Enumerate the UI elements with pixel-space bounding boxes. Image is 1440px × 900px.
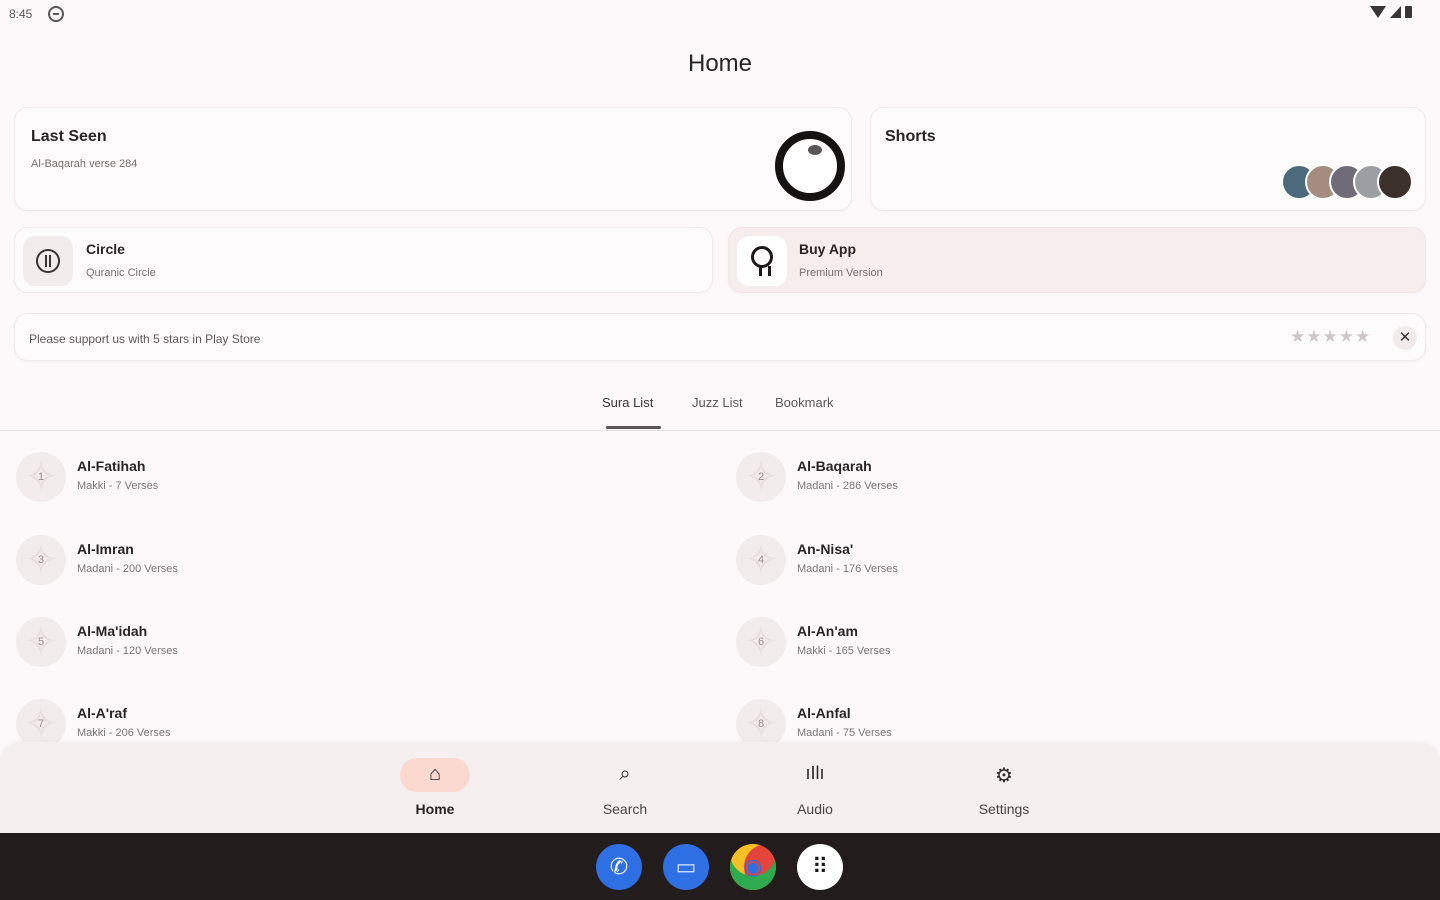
ring-icon: [775, 131, 845, 201]
status-icons: [1370, 6, 1412, 18]
search-icon: ⌕: [619, 763, 631, 785]
battery-icon: [1405, 6, 1412, 18]
sura-name: Al-Baqarah: [797, 458, 872, 474]
sura-name: An-Nisa': [797, 541, 854, 557]
circle-icon: [36, 249, 60, 273]
sura-number-badge: 6: [736, 617, 786, 667]
nav-search[interactable]: ⌕ Search: [580, 758, 670, 818]
sura-name: Al-Ma'idah: [77, 623, 148, 639]
do-not-disturb-icon: [48, 6, 64, 22]
wifi-icon: [1370, 6, 1386, 18]
sura-meta: Makki - 165 Verses: [797, 645, 891, 657]
list-item[interactable]: 4 An-Nisa' Madani - 176 Verses: [736, 535, 1236, 595]
tab-indicator: [606, 426, 661, 429]
list-item[interactable]: 1 Al-Fatihah Makki - 7 Verses: [16, 452, 516, 512]
messages-icon[interactable]: ▭: [663, 844, 709, 890]
list-item[interactable]: 3 Al-Imran Madani - 200 Verses: [16, 535, 516, 595]
rating-text: Please support us with 5 stars in Play S…: [29, 332, 261, 346]
nav-settings[interactable]: ⚙ Settings: [959, 758, 1049, 818]
taskbar: ✆ ▭ ◉ ⠿: [0, 833, 1440, 900]
rating-banner: Please support us with 5 stars in Play S…: [14, 313, 1426, 361]
sura-name: Al-Imran: [77, 541, 134, 557]
sura-number-badge: 4: [736, 535, 786, 585]
nav-settings-label: Settings: [978, 801, 1030, 817]
tab-juzz-list[interactable]: Juzz List: [692, 395, 743, 410]
sura-name: Al-Fatihah: [77, 458, 146, 474]
circle-subtitle: Quranic Circle: [86, 267, 156, 279]
phone-icon[interactable]: ✆: [596, 844, 642, 890]
sura-number-badge: 2: [736, 452, 786, 502]
list-item[interactable]: 2 Al-Baqarah Madani - 286 Verses: [736, 452, 1236, 512]
circle-icon-box: [23, 236, 73, 286]
sura-name: Al-Anfal: [797, 705, 851, 721]
status-time: 8:45: [9, 7, 33, 21]
sura-meta: Madani - 120 Verses: [77, 645, 178, 657]
sura-name: Al-An'am: [797, 623, 858, 639]
close-button[interactable]: ✕: [1393, 326, 1417, 350]
home-icon: ⌂: [428, 763, 442, 785]
nav-home[interactable]: ⌂ Home: [390, 758, 480, 818]
tab-bookmark[interactable]: Bookmark: [775, 395, 834, 410]
sura-meta: Makki - 206 Verses: [77, 727, 171, 739]
shorts-card[interactable]: Shorts: [870, 107, 1426, 211]
last-seen-subtitle: Al-Baqarah verse 284: [31, 158, 138, 170]
buy-app-title: Buy App: [799, 241, 857, 257]
page-title: Home: [687, 50, 753, 77]
shorts-title: Shorts: [885, 128, 936, 145]
sura-name: Al-A'raf: [77, 705, 127, 721]
sura-number-badge: 5: [16, 617, 66, 667]
app-drawer-icon[interactable]: ⠿: [797, 844, 843, 890]
tab-sura-list[interactable]: Sura List: [602, 395, 653, 410]
bottom-navigation: ⌂ Home ⌕ Search ıIlı Audio ⚙ Settings: [0, 742, 1440, 833]
buy-app-subtitle: Premium Version: [799, 267, 883, 279]
sura-meta: Makki - 7 Verses: [77, 480, 159, 492]
award-icon: [751, 246, 773, 276]
nav-home-label: Home: [415, 801, 455, 817]
signal-icon: [1390, 6, 1401, 18]
tab-bar: Sura List Juzz List Bookmark: [0, 388, 1440, 431]
sura-number-badge: 3: [16, 535, 66, 585]
chrome-icon[interactable]: ◉: [730, 844, 776, 890]
sura-meta: Madani - 176 Verses: [797, 563, 898, 575]
last-seen-card[interactable]: Last Seen Al-Baqarah verse 284: [14, 107, 852, 211]
nav-audio[interactable]: ıIlı Audio: [770, 758, 860, 818]
sura-meta: Madani - 75 Verses: [797, 727, 892, 739]
shorts-thumbnails: [1281, 164, 1413, 200]
status-bar: 8:45: [0, 0, 1440, 28]
last-seen-title: Last Seen: [31, 128, 107, 145]
circle-card[interactable]: Circle Quranic Circle: [14, 227, 713, 293]
sura-number-badge: 1: [16, 452, 66, 502]
star-rating[interactable]: ★★★★★: [1290, 327, 1371, 347]
circle-title: Circle: [86, 241, 125, 257]
nav-search-label: Search: [602, 801, 648, 817]
buy-icon-box: [737, 236, 787, 286]
list-item[interactable]: 6 Al-An'am Makki - 165 Verses: [736, 617, 1236, 677]
list-item[interactable]: 5 Al-Ma'idah Madani - 120 Verses: [16, 617, 516, 677]
nav-audio-label: Audio: [797, 801, 833, 817]
settings-icon: ⚙: [995, 765, 1013, 787]
sura-meta: Madani - 200 Verses: [77, 563, 178, 575]
buy-app-card[interactable]: Buy App Premium Version: [728, 227, 1426, 293]
audio-icon: ıIlı: [805, 763, 825, 783]
sura-meta: Madani - 286 Verses: [797, 480, 898, 492]
shorts-thumbnail[interactable]: [1377, 164, 1413, 200]
